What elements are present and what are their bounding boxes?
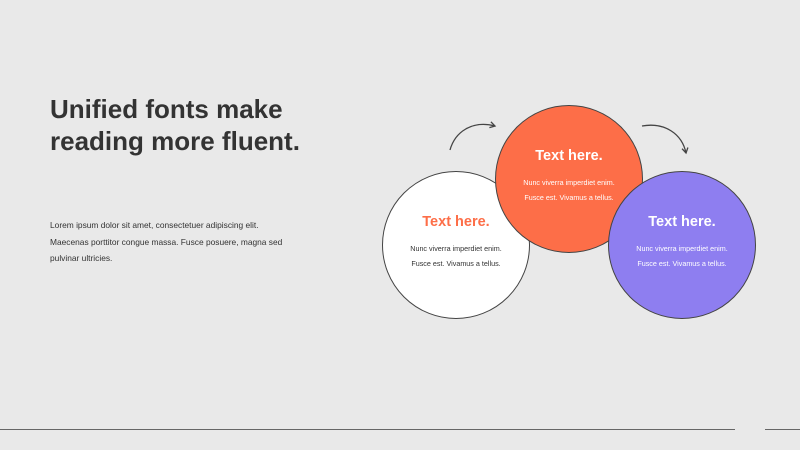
arrow-left-icon — [449, 121, 497, 151]
step-3-heading: Text here. — [648, 214, 716, 230]
step-1-body: Nunc viverra imperdiet enim. Fusce est. … — [410, 244, 502, 268]
step-2-body: Nunc viverra imperdiet enim. Fusce est. … — [523, 178, 615, 202]
arrow-right-icon — [641, 124, 689, 155]
footer-divider-right — [765, 429, 800, 430]
step-3-body: Nunc viverra imperdiet enim. Fusce est. … — [636, 244, 728, 268]
step-2-heading: Text here. — [535, 148, 603, 164]
footer-divider — [0, 429, 735, 430]
step-circle-3: Text here. Nunc viverra imperdiet enim. … — [608, 171, 756, 319]
